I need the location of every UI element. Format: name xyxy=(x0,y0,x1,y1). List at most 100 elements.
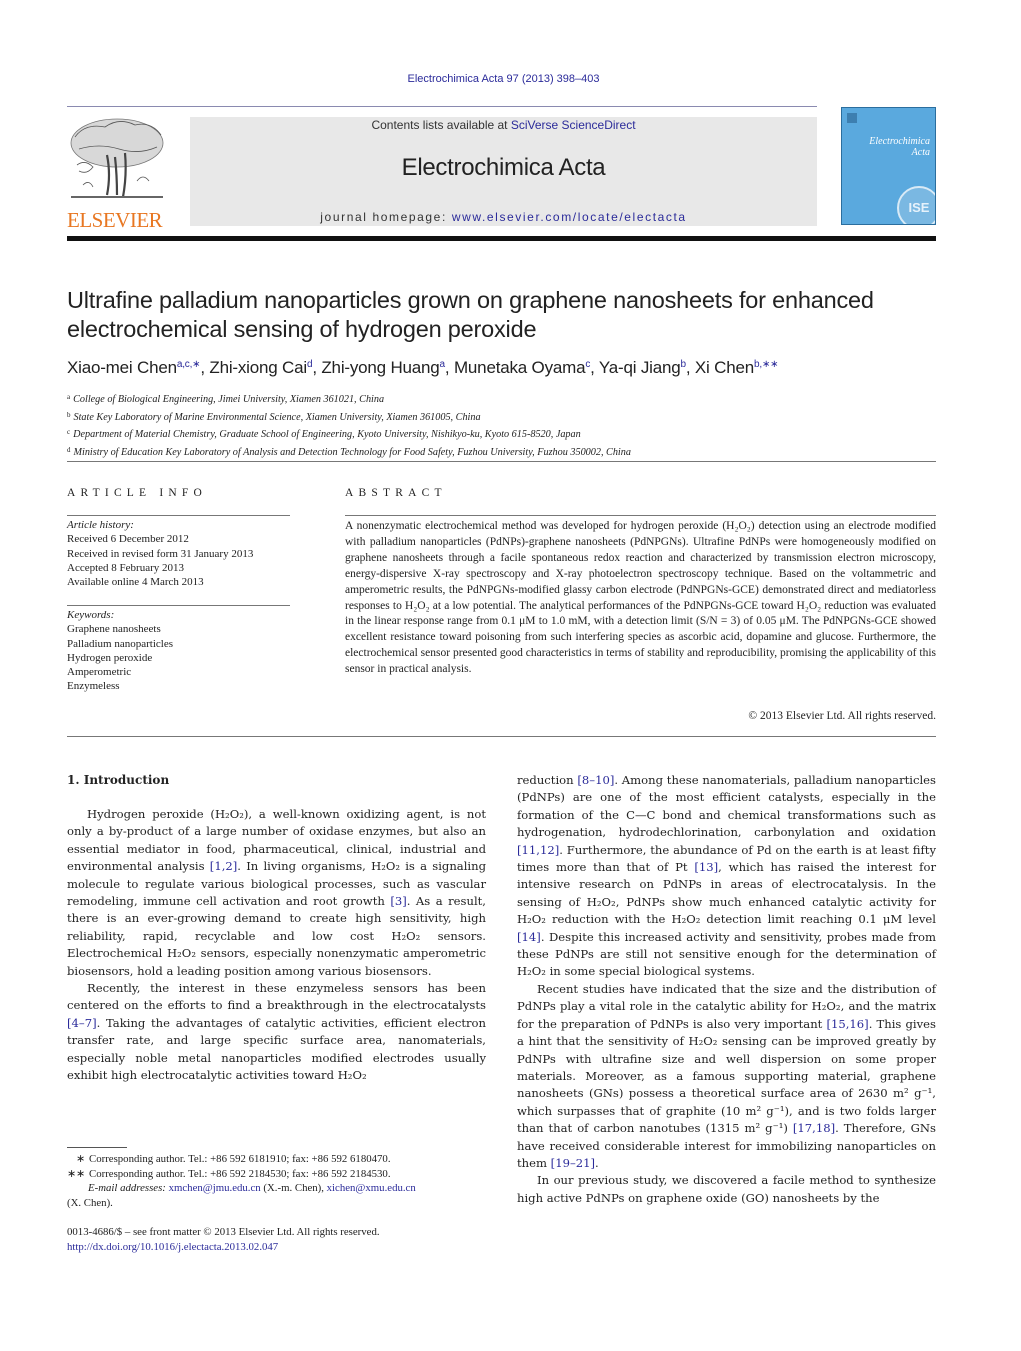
body-paragraph: In our previous study, we discovered a f… xyxy=(517,1172,936,1207)
issn-line: 0013-4686/$ – see front matter © 2013 El… xyxy=(67,1226,380,1238)
body-text: . xyxy=(595,1155,599,1170)
author-affiliation-marker[interactable]: c xyxy=(585,359,590,370)
body-paragraph: Recently, the interest in these enzymele… xyxy=(67,980,486,1084)
footnote-divider xyxy=(67,1147,127,1148)
elsevier-wordmark: ELSEVIER xyxy=(67,208,163,232)
journal-citation-link[interactable]: Electrochimica Acta 97 (2013) 398–403 xyxy=(407,73,599,85)
journal-banner: Contents lists available at SciVerse Sci… xyxy=(190,117,817,226)
history-item: Accepted 8 February 2013 xyxy=(67,561,184,574)
header-divider xyxy=(67,106,817,107)
keyword: Graphene nanosheets xyxy=(67,623,161,636)
affiliation: a College of Biological Engineering, Jime… xyxy=(67,390,947,408)
contents-prefix: Contents lists available at xyxy=(371,118,511,132)
homepage-prefix: journal homepage: xyxy=(320,210,452,224)
author[interactable]: Ya-qi Jiangb xyxy=(599,358,686,377)
header-thick-divider xyxy=(67,236,936,241)
affiliation-list: a College of Biological Engineering, Jime… xyxy=(67,390,947,460)
email-link[interactable]: xichen@xmu.edu.cn xyxy=(327,1182,416,1194)
citation-link[interactable]: [11,12] xyxy=(517,843,559,857)
homepage-link[interactable]: www.elsevier.com/locate/electacta xyxy=(452,210,687,224)
section-divider xyxy=(67,736,936,737)
body-text: . Despite this increased activity and se… xyxy=(517,929,936,979)
citation-link[interactable]: [4–7] xyxy=(67,1016,97,1030)
author-affiliation-marker[interactable]: a,c,∗ xyxy=(177,359,201,370)
article-history: Article history: Received 6 December 201… xyxy=(67,518,297,589)
doi-link[interactable]: http://dx.doi.org/10.1016/j.electacta.20… xyxy=(67,1240,507,1255)
footnote-mark: ∗∗ xyxy=(67,1167,86,1180)
body-text: In our previous study, we discovered a f… xyxy=(517,1173,936,1205)
author[interactable]: Xiao-mei Chena,c,∗ xyxy=(67,358,201,377)
body-paragraph: Hydrogen peroxide (H₂O₂), a well-known o… xyxy=(67,806,486,980)
author-name[interactable]: Xiao-mei Chen xyxy=(67,358,177,377)
affiliation-key: c xyxy=(67,428,71,436)
citation-link[interactable]: [3] xyxy=(390,894,406,908)
journal-cover-image[interactable]: Electrochimica Acta ISE xyxy=(841,107,936,225)
author[interactable]: Zhi-xiong Caid xyxy=(209,358,312,377)
article-info-divider xyxy=(67,515,290,516)
email-link[interactable]: xmchen@jmu.edu.cn xyxy=(169,1182,261,1194)
abstract-divider xyxy=(345,515,936,516)
affiliation-key: d xyxy=(67,445,71,454)
author-affiliation-marker[interactable]: b xyxy=(681,359,687,370)
elsevier-tree-icon xyxy=(70,118,164,198)
affiliation: c Department of Material Chemistry, Gradu… xyxy=(67,425,947,443)
keywords-divider xyxy=(67,605,290,606)
affiliation-text: State Key Laboratory of Marine Environme… xyxy=(73,411,481,423)
footnote-text: Corresponding author. Tel.: +86 592 2184… xyxy=(89,1167,391,1180)
sciencedirect-link[interactable]: SciVerse ScienceDirect xyxy=(511,118,636,132)
history-item: Received in revised form 31 January 2013 xyxy=(67,547,254,560)
history-item: Available online 4 March 2013 xyxy=(67,576,204,589)
email-label: E-mail addresses: xyxy=(88,1182,166,1194)
article-title: Ultrafine palladium nanoparticles grown … xyxy=(67,286,947,344)
section-divider xyxy=(67,461,936,462)
footnote-corresponding-2: ∗∗ Corresponding author. Tel.: +86 592 21… xyxy=(67,1167,497,1182)
author-affiliation-marker[interactable]: d xyxy=(307,359,313,370)
citation-link[interactable]: [8–10] xyxy=(577,773,614,787)
keyword: Hydrogen peroxide xyxy=(67,651,153,664)
cover-title: Electrochimica Acta xyxy=(869,136,930,158)
citation-link[interactable]: [13] xyxy=(694,860,718,874)
keywords: Keywords: Graphene nanosheets Palladium … xyxy=(67,608,297,694)
citation-link[interactable]: [15,16] xyxy=(826,1017,868,1031)
body-text: . Taking the advantages of catalytic act… xyxy=(67,1015,486,1083)
author-name[interactable]: Zhi-yong Huang xyxy=(321,358,439,377)
article-info-heading: ARTICLE INFO xyxy=(67,487,207,499)
abstract-copyright: © 2013 Elsevier Ltd. All rights reserved… xyxy=(748,710,936,722)
citation-link[interactable]: [19–21] xyxy=(551,1156,595,1170)
history-item: Received 6 December 2012 xyxy=(67,533,189,546)
affiliation-text: Department of Material Chemistry, Gradua… xyxy=(73,429,581,440)
abstract-heading: ABSTRACT xyxy=(345,487,447,499)
footnote-text: Corresponding author. Tel.: +86 592 6181… xyxy=(89,1153,391,1165)
affiliation-text: College of Biological Engineering, Jimei… xyxy=(73,394,385,405)
citation-link[interactable]: [14] xyxy=(517,930,541,944)
affiliation-key: a xyxy=(67,393,71,401)
author-name[interactable]: Ya-qi Jiang xyxy=(599,358,681,377)
history-label: Article history: xyxy=(67,519,134,531)
footnotes: ∗ Corresponding author. Tel.: +86 592 618… xyxy=(67,1152,497,1210)
journal-citation[interactable]: Electrochimica Acta 97 (2013) 398–403 xyxy=(0,73,1007,85)
footnote-emails: E-mail addresses: xmchen@jmu.edu.cn (X.-… xyxy=(67,1181,497,1196)
author-affiliation-marker[interactable]: a xyxy=(440,359,446,370)
body-text: Recently, the interest in these enzymele… xyxy=(67,981,486,1013)
cover-title-line: Acta xyxy=(911,147,930,158)
author[interactable]: Xi Chenb,∗∗ xyxy=(695,358,779,377)
author[interactable]: Munetaka Oyamac xyxy=(454,358,590,377)
affiliation: d Ministry of Education Key Laboratory of… xyxy=(67,443,947,461)
author-name[interactable]: Xi Chen xyxy=(695,358,754,377)
affiliation-key: b xyxy=(67,410,71,419)
elsevier-logo[interactable]: ELSEVIER xyxy=(67,115,167,232)
author-affiliation-marker[interactable]: b,∗∗ xyxy=(754,359,779,370)
author-name[interactable]: Munetaka Oyama xyxy=(454,358,586,377)
body-text: . This gives a hint that the sensitivity… xyxy=(517,1016,936,1136)
body-left-column: Hydrogen peroxide (H₂O₂), a well-known o… xyxy=(67,806,486,1085)
journal-name: Electrochimica Acta xyxy=(401,154,606,181)
ise-seal-icon: ISE xyxy=(897,186,935,224)
keyword: Amperometric xyxy=(67,666,132,679)
body-text: reduction xyxy=(517,773,578,787)
author-name[interactable]: Zhi-xiong Cai xyxy=(209,358,307,377)
citation-link[interactable]: [17,18] xyxy=(793,1121,835,1135)
title-line: electrochemical sensing of hydrogen pero… xyxy=(67,316,537,342)
email-owner: (X. Chen). xyxy=(67,1196,113,1209)
author[interactable]: Zhi-yong Huanga xyxy=(321,358,445,377)
citation-link[interactable]: [1,2] xyxy=(210,859,237,873)
